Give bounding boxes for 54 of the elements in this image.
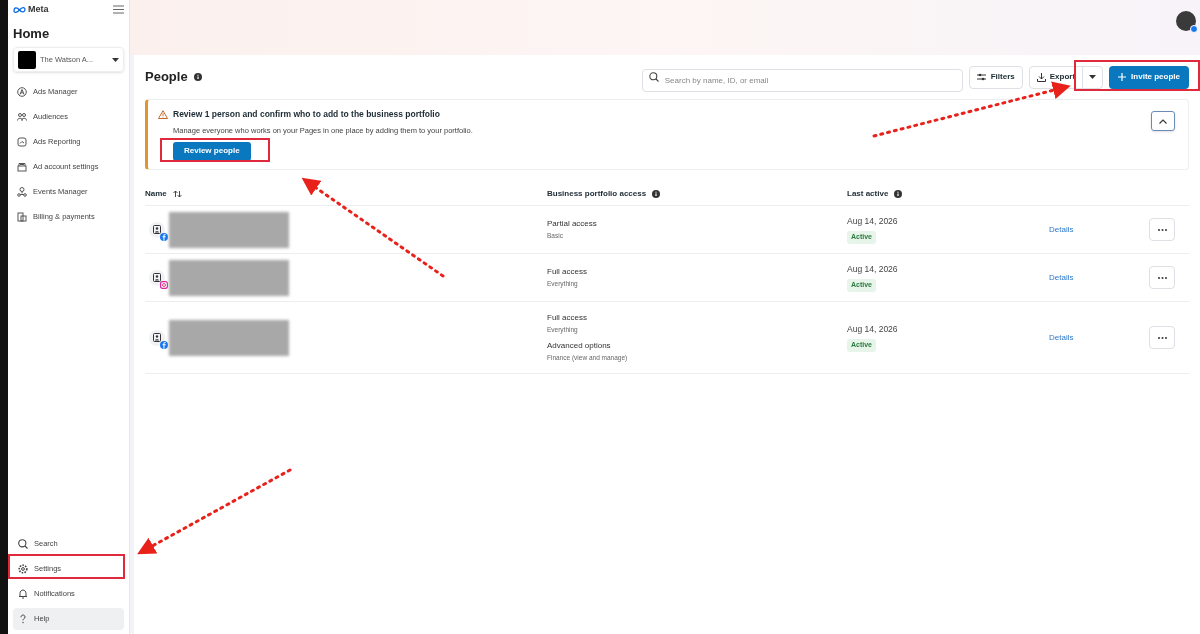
network-icon [17, 187, 27, 197]
people-icon [17, 112, 27, 122]
info-icon[interactable] [193, 73, 202, 81]
access-level: Partial access [547, 218, 598, 231]
collapse-button[interactable] [1151, 111, 1175, 131]
invite-people-button[interactable]: Invite people [1109, 65, 1189, 89]
menu-icon[interactable] [113, 5, 124, 15]
person-page-icon [149, 269, 165, 286]
plus-icon [1118, 73, 1127, 81]
person-page-icon [149, 329, 165, 346]
ads-manager-icon [17, 87, 27, 97]
last-active-date: Aug 14, 2026 [847, 323, 898, 337]
chevron-up-icon [1159, 118, 1167, 124]
settings-icon [18, 564, 28, 574]
page-title: People [145, 68, 188, 87]
more-icon [1157, 276, 1167, 279]
last-active-date: Aug 14, 2026 [847, 263, 898, 277]
more-icon [1157, 336, 1167, 339]
column-header: Business portfolio access [547, 187, 647, 200]
bell-icon [18, 589, 28, 599]
details-link[interactable]: Details [1049, 223, 1149, 236]
info-icon[interactable] [894, 189, 903, 198]
banner-title: Review 1 person and confirm who to add to the business portfolio [173, 108, 440, 121]
documents-icon [17, 212, 27, 222]
info-icon[interactable] [652, 189, 661, 198]
profile-avatar[interactable] [1176, 11, 1196, 31]
sort-icon[interactable] [172, 189, 182, 198]
person-page-icon [149, 221, 165, 238]
details-link[interactable]: Details [1049, 331, 1149, 344]
more-icon [1157, 228, 1167, 231]
details-link[interactable]: Details [1049, 271, 1149, 284]
search-icon [18, 539, 28, 549]
search-field[interactable]: Search by name, ID, or email [641, 68, 963, 92]
access-level: Full access [547, 266, 588, 279]
column-header: Last active [847, 187, 889, 200]
last-active-date: Aug 14, 2026 [847, 215, 898, 229]
caret-icon [112, 57, 119, 62]
meta-logo-icon [13, 6, 26, 14]
access-level: Full access [547, 312, 588, 325]
column-header[interactable]: Name [145, 187, 167, 200]
help-icon [18, 614, 28, 624]
search-icon [648, 71, 659, 82]
page-heading: Home [13, 24, 51, 43]
caret-icon [1089, 75, 1097, 79]
filters-button[interactable]: Filters [968, 65, 1023, 89]
briefcase-icon [17, 162, 27, 172]
chart-icon [17, 137, 27, 147]
account-avatar [18, 50, 36, 69]
warning-icon [158, 109, 168, 119]
download-icon [1036, 72, 1046, 82]
review-people-button[interactable]: Review people [173, 141, 251, 161]
access-level: Advanced options [547, 340, 612, 352]
meta-logo-text: Meta [28, 3, 49, 16]
sliders-icon [976, 73, 986, 81]
